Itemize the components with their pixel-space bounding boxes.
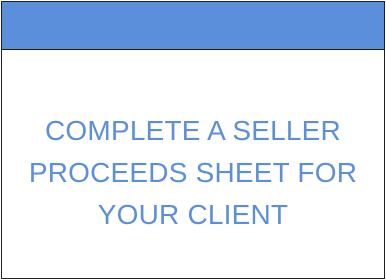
instruction-text: COMPLETE A SELLER PROCEEDS SHEET FOR YOU…: [2, 110, 384, 236]
instruction-line-3: YOUR CLIENT: [97, 199, 289, 230]
instruction-card: COMPLETE A SELLER PROCEEDS SHEET FOR YOU…: [1, 1, 385, 279]
header-bar: [2, 2, 384, 50]
instruction-line-2: PROCEEDS SHEET FOR: [28, 157, 358, 188]
instruction-line-1: COMPLETE A SELLER: [45, 115, 341, 146]
